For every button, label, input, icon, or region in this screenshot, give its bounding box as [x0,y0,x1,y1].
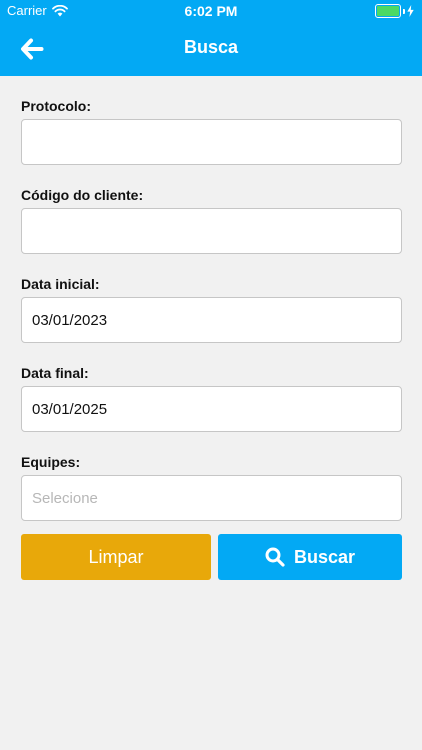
data-inicial-input[interactable] [21,297,402,343]
codigo-cliente-label: Código do cliente: [21,187,144,203]
data-final-input[interactable] [21,386,402,432]
search-button[interactable]: Buscar [218,534,402,580]
data-inicial-label: Data inicial: [21,276,100,292]
battery-cap [403,8,405,14]
clear-button[interactable]: Limpar [21,534,211,580]
equipes-select[interactable] [21,475,402,521]
search-icon [265,547,285,567]
status-time: 6:02 PM [184,3,238,19]
codigo-cliente-input[interactable] [21,208,402,254]
battery-indicator [375,4,414,18]
status-bar: Carrier 6:02 PM [0,0,422,22]
equipes-label: Equipes: [21,454,81,470]
search-button-label: Buscar [293,546,356,567]
action-buttons: Limpar Buscar [21,534,402,580]
protocolo-label: Protocolo: [21,98,91,114]
app-header: Carrier 6:02 PM Busca [0,0,422,76]
clear-button-label: Limpar [88,546,144,567]
battery-level [377,6,399,16]
charging-bolt-icon [407,5,414,17]
battery-icon [375,4,401,18]
data-final-label: Data final: [21,365,89,381]
protocolo-input[interactable] [21,119,402,165]
search-form: Protocolo: Código do cliente: Data inici… [21,96,402,541]
page-title: Busca [183,37,239,57]
